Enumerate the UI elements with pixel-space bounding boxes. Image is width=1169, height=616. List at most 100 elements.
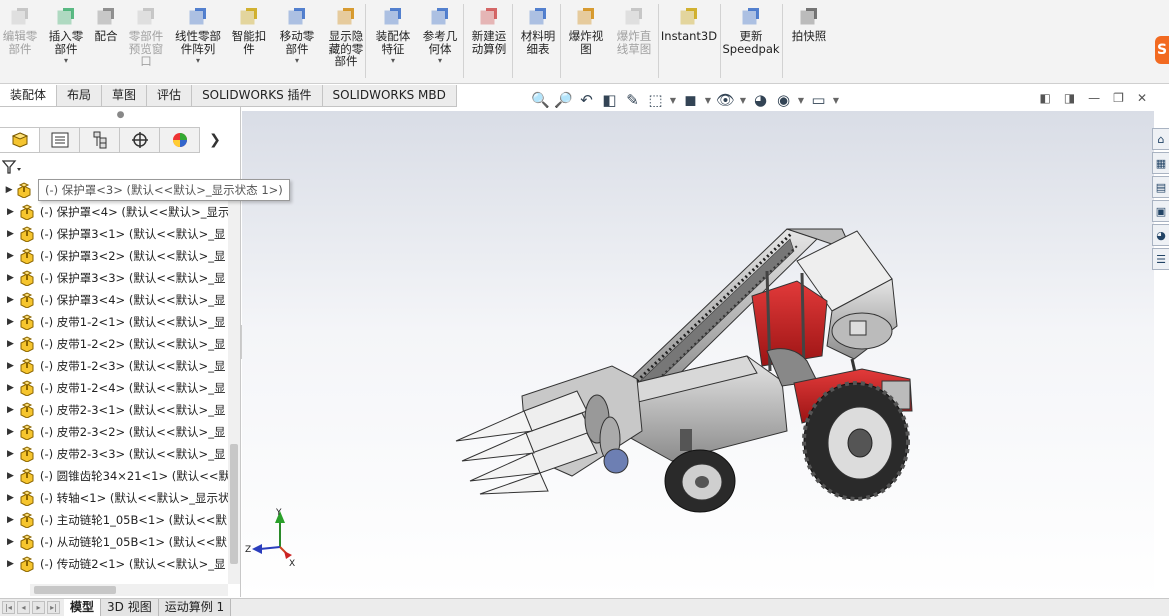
- tab-3[interactable]: 评估: [147, 85, 193, 107]
- ribbon-button-14[interactable]: Instant3D: [660, 2, 718, 80]
- panel-grip[interactable]: ●: [0, 107, 241, 127]
- expand-arrow-icon[interactable]: ▶: [0, 493, 18, 503]
- expand-arrow-icon[interactable]: ▶: [0, 427, 18, 437]
- tree-item[interactable]: ▶ (-) 皮带1-2<2> (默认<<默认>_显: [0, 333, 228, 355]
- scrollbar-thumb[interactable]: [230, 444, 238, 564]
- ribbon-button-8[interactable]: 装配体 特征 ▾: [370, 2, 416, 80]
- previous-view-icon[interactable]: ↶: [576, 90, 597, 110]
- last-tab-icon[interactable]: ▸|: [47, 601, 60, 614]
- design-library-icon[interactable]: ▦: [1152, 152, 1169, 174]
- ribbon-button-1[interactable]: 插入零 部件 ▾: [44, 2, 88, 80]
- hide-show-items-icon[interactable]: 👁: [715, 90, 736, 110]
- tab-2[interactable]: 草图: [102, 85, 148, 107]
- chevron-down-icon[interactable]: ▼: [796, 90, 806, 110]
- tree-item[interactable]: ▶ (-) 转轴<1> (默认<<默认>_显示状: [0, 487, 228, 509]
- edit-appearance-icon[interactable]: ◕: [750, 90, 771, 110]
- tree-item[interactable]: ▶ (-) 保护罩3<1> (默认<<默认>_显: [0, 223, 228, 245]
- ribbon-button-10[interactable]: 新建运 动算例: [464, 2, 514, 80]
- tree-item[interactable]: ▶ (-) 皮带2-3<2> (默认<<默认>_显: [0, 421, 228, 443]
- tree-item[interactable]: ▶ (-) 皮带2-3<1> (默认<<默认>_显: [0, 399, 228, 421]
- ribbon-button-5[interactable]: 智能扣件: [226, 2, 272, 80]
- ribbon-button-12[interactable]: 爆炸视图: [562, 2, 610, 80]
- chevron-down-icon[interactable]: ▾: [196, 56, 200, 65]
- expand-arrow-icon[interactable]: ▶: [0, 361, 18, 371]
- tab-4[interactable]: SOLIDWORKS 插件: [192, 85, 323, 107]
- bottom-tab-2[interactable]: 运动算例 1: [158, 599, 232, 616]
- tab-5[interactable]: SOLIDWORKS MBD: [322, 85, 457, 107]
- bottom-tab-0[interactable]: 模型: [64, 599, 102, 616]
- minimize-icon[interactable]: —: [1088, 91, 1100, 105]
- tree-item[interactable]: ▶ (-) 皮带1-2<1> (默认<<默认>_显: [0, 311, 228, 333]
- expand-arrow-icon[interactable]: ▶: [0, 295, 18, 305]
- scrollbar-thumb[interactable]: [34, 586, 116, 594]
- restore-icon[interactable]: ❐: [1113, 91, 1124, 105]
- tile-right-icon[interactable]: ◨: [1064, 91, 1075, 105]
- tab-0[interactable]: 装配体: [0, 85, 58, 107]
- tree-vertical-scrollbar[interactable]: [228, 179, 240, 584]
- configuration-manager-tab-icon[interactable]: [80, 127, 120, 153]
- expand-arrow-icon[interactable]: ▶: [0, 229, 18, 239]
- tree-item[interactable]: ▶ (-) 从动链轮1_05B<1> (默认<<默: [0, 531, 228, 553]
- dimxpert-manager-tab-icon[interactable]: [120, 127, 160, 153]
- section-view-icon[interactable]: ◧: [599, 90, 620, 110]
- zoom-to-area-icon[interactable]: 🔎: [553, 90, 574, 110]
- file-explorer-icon[interactable]: ▤: [1152, 176, 1169, 198]
- apply-scene-icon[interactable]: ◉: [773, 90, 794, 110]
- ribbon-button-13[interactable]: 爆炸直 线草图: [610, 2, 658, 80]
- appearances-icon[interactable]: ◕: [1152, 224, 1169, 246]
- prev-tab-icon[interactable]: ◂: [17, 601, 30, 614]
- tree-item[interactable]: ▶ (-) 保护罩<4> (默认<<默认>_显示: [0, 201, 228, 223]
- filter-icon[interactable]: [1, 159, 22, 179]
- sogou-ime-icon[interactable]: S: [1155, 36, 1169, 64]
- chevron-right-icon[interactable]: ❯: [200, 127, 230, 153]
- expand-arrow-icon[interactable]: ▶: [0, 317, 18, 327]
- expand-arrow-icon[interactable]: ▶: [0, 383, 18, 393]
- expand-arrow-icon[interactable]: ▶: [0, 471, 18, 481]
- ribbon-button-9[interactable]: 参考几 何体 ▾: [416, 2, 464, 80]
- expand-arrow-icon[interactable]: ▶: [0, 339, 18, 349]
- view-settings-icon[interactable]: ▭: [808, 90, 829, 110]
- ribbon-button-6[interactable]: 移动零 部件 ▾: [272, 2, 322, 80]
- chevron-down-icon[interactable]: ▾: [391, 56, 395, 65]
- expand-arrow-icon[interactable]: ▶: [0, 273, 18, 283]
- display-style-icon[interactable]: ◼: [680, 90, 701, 110]
- next-tab-icon[interactable]: ▸: [32, 601, 45, 614]
- chevron-down-icon[interactable]: ▼: [668, 90, 678, 110]
- close-icon[interactable]: ✕: [1137, 91, 1147, 105]
- expand-arrow-icon[interactable]: ▶: [0, 185, 15, 195]
- home-icon[interactable]: ⌂: [1152, 128, 1169, 150]
- tab-1[interactable]: 布局: [57, 85, 103, 107]
- property-manager-tab-icon[interactable]: [40, 127, 80, 153]
- custom-properties-icon[interactable]: ☰: [1152, 248, 1169, 270]
- ribbon-button-0[interactable]: 编辑零 部件: [0, 2, 40, 80]
- chevron-down-icon[interactable]: ▾: [64, 56, 68, 65]
- dynamic-annotation-icon[interactable]: ✎: [622, 90, 643, 110]
- chevron-down-icon[interactable]: ▼: [738, 90, 748, 110]
- chevron-down-icon[interactable]: ▾: [295, 56, 299, 65]
- expand-arrow-icon[interactable]: ▶: [0, 559, 18, 569]
- tree-item[interactable]: ▶ (-) 保护罩3<2> (默认<<默认>_显: [0, 245, 228, 267]
- expand-arrow-icon[interactable]: ▶: [0, 405, 18, 415]
- tree-horizontal-scrollbar[interactable]: [30, 584, 228, 596]
- tree-item[interactable]: ▶ (-) 保护罩3<3> (默认<<默认>_显: [0, 267, 228, 289]
- expand-arrow-icon[interactable]: ▶: [0, 515, 18, 525]
- zoom-to-fit-icon[interactable]: 🔍: [530, 90, 551, 110]
- view-orientation-icon[interactable]: ⬚: [645, 90, 666, 110]
- tree-item[interactable]: ▶ (-) 保护罩3<4> (默认<<默认>_显: [0, 289, 228, 311]
- tree-item[interactable]: ▶ (-) 圆锥齿轮34×21<1> (默认<<默: [0, 465, 228, 487]
- bottom-tab-1[interactable]: 3D 视图: [101, 599, 159, 616]
- tree-item[interactable]: ▶ (-) 皮带1-2<3> (默认<<默认>_显: [0, 355, 228, 377]
- feature-manager-tab-icon[interactable]: [0, 127, 40, 153]
- chevron-down-icon[interactable]: ▾: [438, 56, 442, 65]
- display-manager-tab-icon[interactable]: [160, 127, 200, 153]
- ribbon-button-4[interactable]: 线性零部 件阵列 ▾: [170, 2, 226, 80]
- expand-arrow-icon[interactable]: ▶: [0, 251, 18, 261]
- chevron-down-icon[interactable]: ▼: [703, 90, 713, 110]
- tree-item[interactable]: ▶ (-) 皮带1-2<4> (默认<<默认>_显: [0, 377, 228, 399]
- first-tab-icon[interactable]: |◂: [2, 601, 15, 614]
- tree-item[interactable]: ▶ (-) 传动链2<1> (默认<<默认>_显: [0, 553, 228, 575]
- ribbon-button-7[interactable]: 显示隐 藏的零 部件: [322, 2, 370, 80]
- ribbon-button-3[interactable]: 零部件 预览窗口: [124, 2, 168, 80]
- expand-arrow-icon[interactable]: ▶: [0, 537, 18, 547]
- ribbon-button-16[interactable]: 拍快照: [784, 2, 834, 80]
